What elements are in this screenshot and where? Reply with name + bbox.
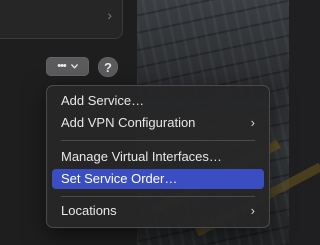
menu-item-label: Set Service Order… (61, 171, 178, 186)
action-dropdown-menu: Add Service… Add VPN Configuration › Man… (46, 85, 270, 228)
menu-item-add-service[interactable]: Add Service… (52, 91, 264, 111)
submenu-arrow-icon: › (250, 115, 255, 130)
menu-item-manage-virtual-interfaces[interactable]: Manage Virtual Interfaces… (52, 147, 264, 167)
chevron-down-icon (70, 64, 78, 69)
submenu-arrow-icon: › (250, 203, 255, 218)
menu-item-add-vpn-configuration[interactable]: Add VPN Configuration › (52, 113, 264, 133)
menu-item-label: Locations (61, 203, 117, 218)
chevron-right-icon: › (107, 7, 112, 23)
menu-separator (61, 196, 255, 197)
more-icon: ••• (57, 60, 67, 72)
menu-item-locations[interactable]: Locations › (52, 201, 264, 221)
action-menu-button[interactable]: ••• (46, 57, 89, 76)
menu-item-label: Add VPN Configuration (61, 115, 196, 130)
previous-service-row[interactable]: › (0, 0, 123, 39)
menu-separator (61, 140, 255, 141)
help-button[interactable]: ? (98, 57, 118, 77)
menu-item-label: Add Service… (61, 93, 145, 108)
menu-item-set-service-order[interactable]: Set Service Order… (52, 169, 264, 189)
menu-item-label: Manage Virtual Interfaces… (61, 149, 222, 164)
